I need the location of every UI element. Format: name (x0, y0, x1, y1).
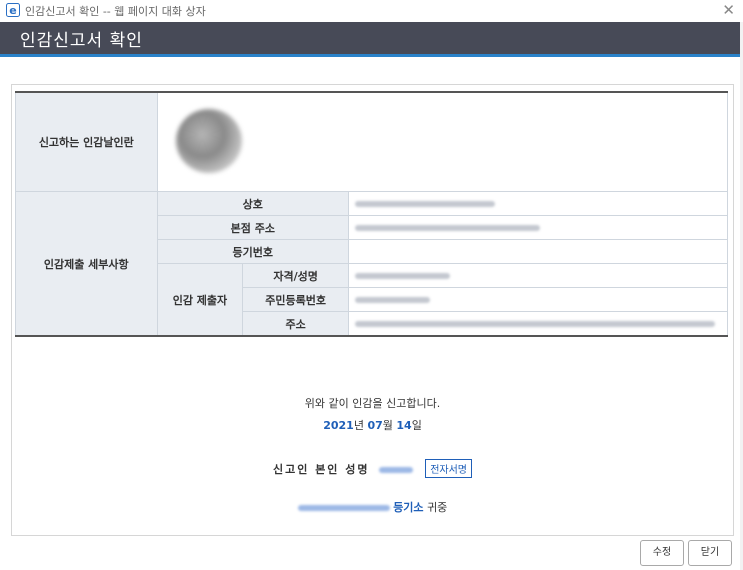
signer-label: 신고인 본인 성명 (273, 463, 370, 476)
redacted-text (355, 225, 541, 231)
reg-number-label: 등기번호 (156, 239, 350, 264)
window-titlebar: e 인감신고서 확인 -- 웹 페이지 대화 상자 ✕ (0, 0, 743, 23)
edit-button[interactable]: 수정 (640, 540, 684, 566)
day-value: 14 (396, 419, 412, 432)
seal-row-label: 신고하는 인감날인란 (15, 91, 158, 192)
day-unit: 일 (411, 419, 422, 432)
hq-address-label: 본점 주소 (156, 215, 350, 240)
window-title: 인감신고서 확인 -- 웹 페이지 대화 상자 (25, 5, 206, 18)
redacted-text (355, 297, 431, 303)
year-value: 2021 (323, 419, 354, 432)
resident-no-value (348, 287, 728, 312)
company-value (348, 191, 728, 216)
reg-number-value (348, 239, 728, 264)
declaration-text: 위와 같이 인감을 신고합니다. (304, 397, 441, 410)
company-label: 상호 (156, 191, 350, 216)
month-unit: 월 (382, 419, 393, 432)
page-title: 인감신고서 확인 (20, 31, 143, 51)
esign-button[interactable]: 전자서명 (425, 459, 472, 478)
office-line: 등기소 귀중 (12, 499, 733, 515)
close-icon[interactable]: ✕ (722, 1, 735, 19)
seal-info-table: 신고하는 인감날인란 인감제출 세부사항 상호 본점 주소 등기번호 인감 제출… (15, 91, 729, 337)
svg-text:e: e (9, 4, 16, 17)
declaration-date: 2021년 07월 14일 (12, 417, 733, 433)
qual-name-value (348, 263, 728, 288)
header-accent-line (0, 54, 743, 57)
address-value (348, 311, 728, 337)
seal-stamp-cell (156, 91, 729, 192)
signer-line: 신고인 본인 성명 전자서명 (12, 459, 733, 478)
redacted-office-name (297, 505, 390, 511)
address-label: 주소 (242, 311, 350, 337)
resident-no-label: 주민등록번호 (242, 287, 350, 312)
redacted-text (355, 273, 451, 279)
year-unit: 년 (353, 419, 364, 432)
seal-stamp-image (175, 109, 242, 173)
office-label: 등기소 (393, 501, 424, 514)
details-label: 인감제출 세부사항 (15, 191, 158, 337)
office-suffix: 귀중 (427, 501, 448, 514)
redacted-signer-name (379, 467, 414, 473)
submitter-label: 인감 제출자 (156, 263, 244, 337)
redacted-text (355, 321, 716, 327)
content-panel: 신고하는 인감날인란 인감제출 세부사항 상호 본점 주소 등기번호 인감 제출… (11, 84, 734, 536)
dialog-header: 인감신고서 확인 (0, 22, 743, 54)
ie-browser-icon: e (6, 3, 20, 17)
close-button[interactable]: 닫기 (688, 540, 732, 566)
redacted-text (355, 201, 496, 207)
qual-name-label: 자격/성명 (242, 263, 350, 288)
hq-address-value (348, 215, 728, 240)
month-value: 07 (367, 419, 383, 432)
